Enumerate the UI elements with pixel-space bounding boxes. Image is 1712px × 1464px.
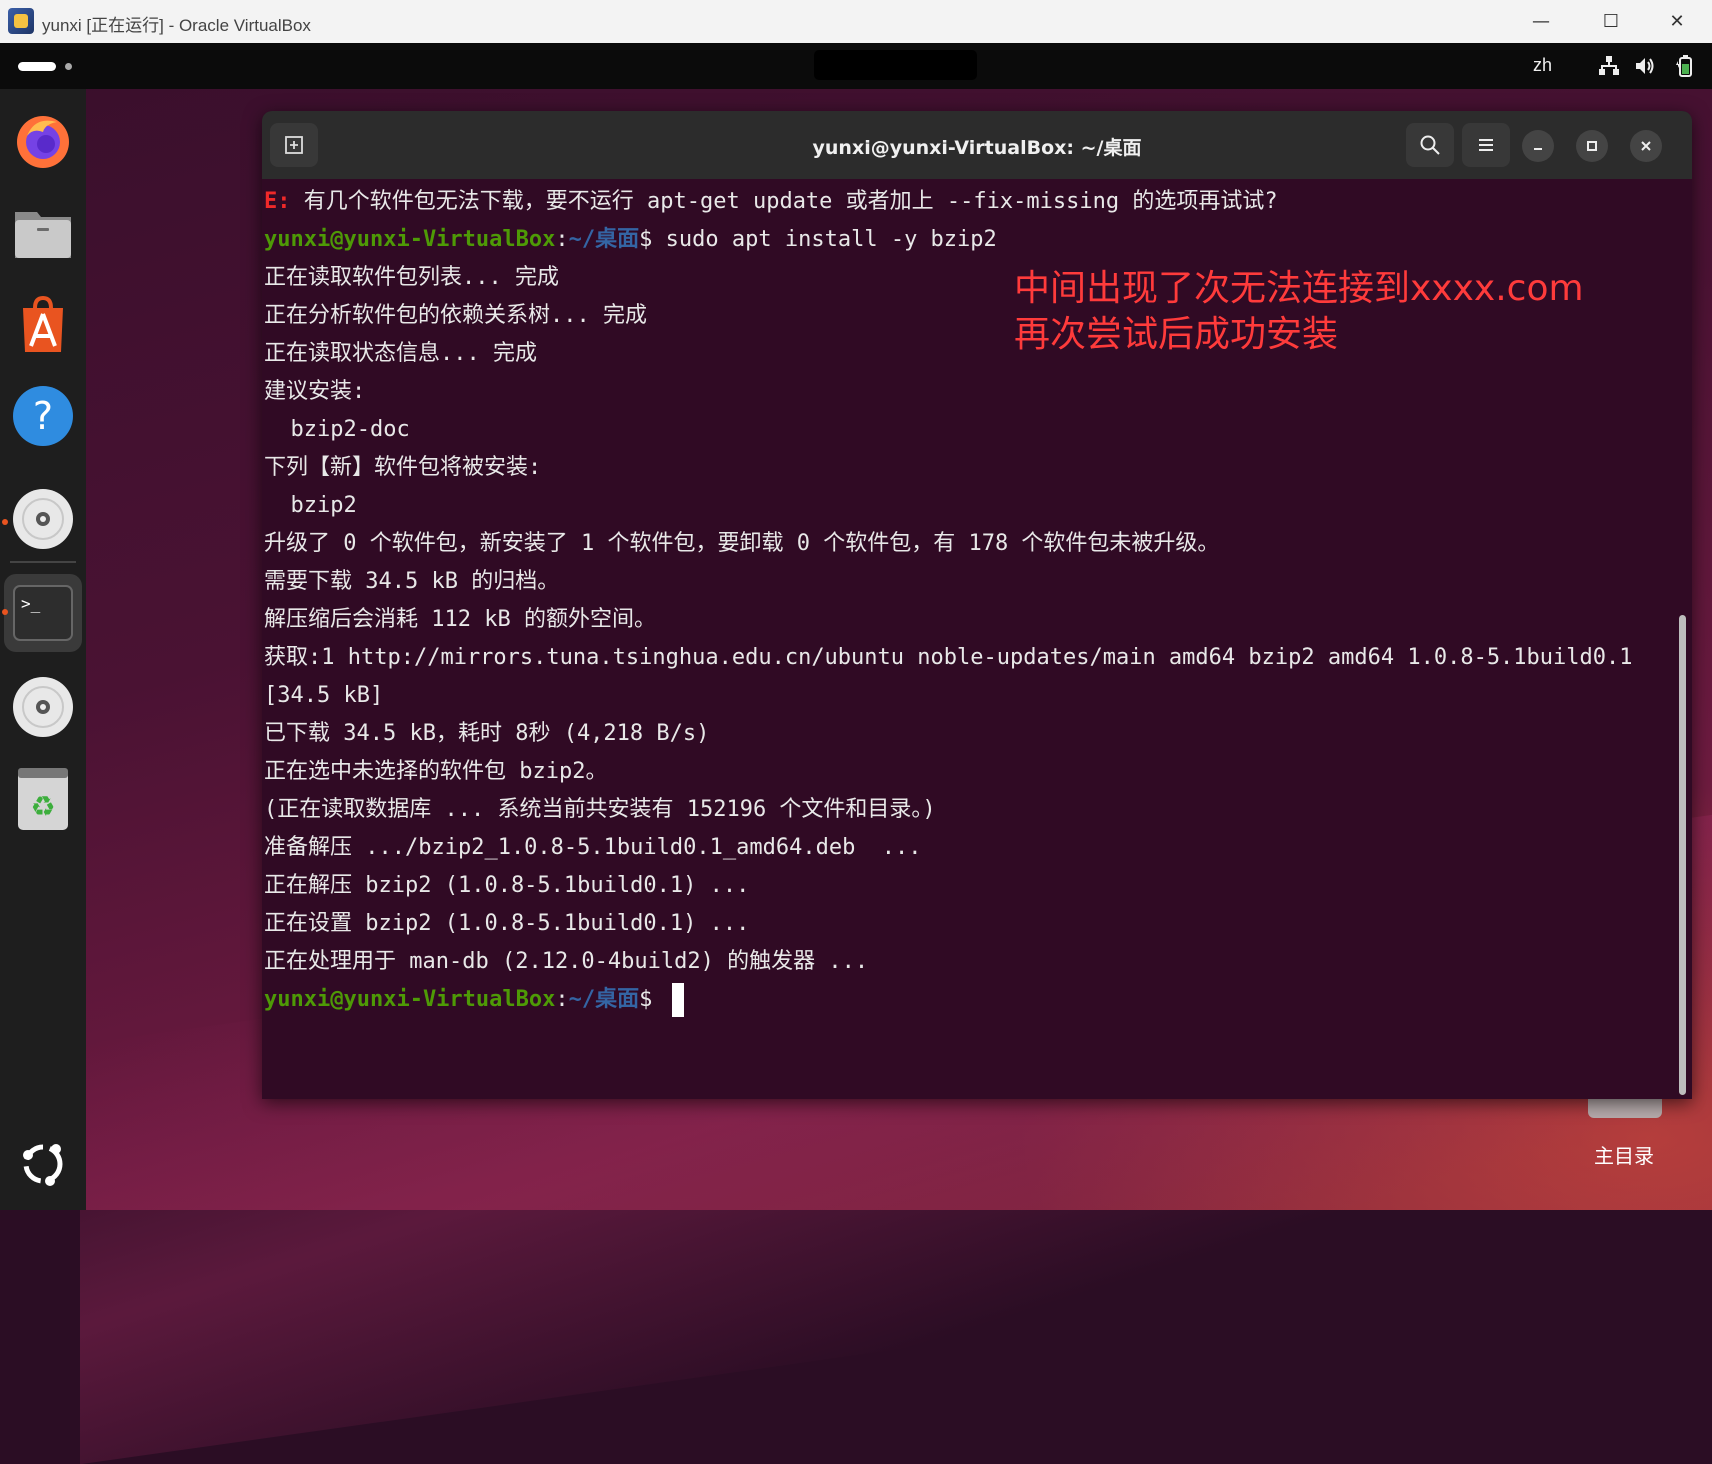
activities-indicator[interactable] xyxy=(18,62,56,71)
annotation-line-2: 再次尝试后成功安装 xyxy=(1014,314,1339,355)
terminal-header-bar[interactable]: yunxi@yunxi-VirtualBox: ~/桌面 xyxy=(262,111,1692,179)
prompt-path: ~/桌面 xyxy=(568,987,640,1012)
prompt-colon: : xyxy=(555,227,569,252)
prompt-colon: : xyxy=(555,987,569,1012)
error-prefix: E: xyxy=(264,189,291,214)
menu-button[interactable] xyxy=(1462,123,1510,167)
files-icon[interactable] xyxy=(10,199,76,265)
output-line: 需要下载 34.5 kB 的归档。 xyxy=(264,569,560,594)
svg-text:♻: ♻ xyxy=(30,790,55,823)
ubuntu-top-bar: zh xyxy=(0,43,1712,89)
output-line: 已下载 34.5 kB，耗时 8秒 (4,218 B/s) xyxy=(264,721,710,746)
app-center-icon[interactable] xyxy=(10,291,76,357)
output-line: 正在选中未选择的软件包 bzip2。 xyxy=(264,759,608,784)
svg-text:?: ? xyxy=(33,394,53,438)
command-line: yunxi@yunxi-VirtualBox:~/桌面$ sudo apt in… xyxy=(264,221,1664,259)
output-line: 解压缩后会消耗 112 kB 的额外空间。 xyxy=(264,607,656,632)
error-text: 有几个软件包无法下载，要不运行 apt-get update 或者加上 --fi… xyxy=(290,189,1278,214)
error-line: E: 有几个软件包无法下载，要不运行 apt-get update 或者加上 -… xyxy=(264,183,1664,221)
annotation-line-1: 中间出现了次无法连接到xxxx.com xyxy=(1014,268,1584,309)
prompt-line: yunxi@yunxi-VirtualBox:~/桌面$ xyxy=(264,981,1664,1019)
host-title-bar: yunxi [正在运行] - Oracle VirtualBox — ☐ ✕ xyxy=(0,0,1712,44)
output-line: (正在读取数据库 ... 系统当前共安装有 152196 个文件和目录。) xyxy=(264,797,936,822)
output-line: 正在处理用于 man-db (2.12.0-4build2) 的触发器 ... xyxy=(264,949,869,974)
output-line: 升级了 0 个软件包，新安装了 1 个软件包，要卸载 0 个软件包，有 178 … xyxy=(264,531,1220,556)
prompt-symbol: $ xyxy=(639,987,666,1012)
output-line: bzip2 xyxy=(264,493,357,518)
output-line: 正在解压 bzip2 (1.0.8-5.1build0.1) ... xyxy=(264,873,750,898)
trash-icon[interactable]: ♻ xyxy=(10,766,76,832)
new-tab-button[interactable] xyxy=(270,123,318,167)
dock-separator xyxy=(10,561,76,563)
clock-redacted[interactable] xyxy=(814,50,977,80)
host-minimize-button[interactable]: — xyxy=(1506,0,1576,43)
svg-text:>_: >_ xyxy=(21,594,41,613)
workspace-dot[interactable] xyxy=(65,63,72,70)
host-maximize-button[interactable]: ☐ xyxy=(1576,0,1646,43)
text-cursor xyxy=(671,983,684,1017)
maximize-button[interactable] xyxy=(1576,130,1608,162)
search-button[interactable] xyxy=(1406,123,1454,167)
volume-icon[interactable] xyxy=(1632,53,1658,79)
help-icon[interactable]: ? xyxy=(10,383,76,449)
host-close-button[interactable]: ✕ xyxy=(1642,0,1712,43)
dock: ? >_ ♻ xyxy=(0,89,86,1210)
host-window-title: yunxi [正在运行] - Oracle VirtualBox xyxy=(42,16,311,35)
terminal-window[interactable]: yunxi@yunxi-VirtualBox: ~/桌面 E: 有几个软件包无法… xyxy=(262,111,1692,1099)
input-language-indicator[interactable]: zh xyxy=(1533,55,1552,76)
output-line: 建议安装: xyxy=(264,379,366,404)
running-indicator xyxy=(2,519,8,525)
output-line: 正在设置 bzip2 (1.0.8-5.1build0.1) ... xyxy=(264,911,750,936)
annotation-text: 中间出现了次无法连接到xxxx.com 再次尝试后成功安装 xyxy=(1014,266,1584,358)
output-line: 下列【新】软件包将被安装: xyxy=(264,455,542,480)
running-indicator xyxy=(2,609,8,615)
command-text: sudo apt install -y bzip2 xyxy=(665,227,997,252)
firefox-icon[interactable] xyxy=(10,107,76,173)
ubuntu-logo-icon[interactable] xyxy=(10,1131,76,1197)
terminal-icon[interactable]: >_ xyxy=(4,574,82,652)
battery-icon[interactable] xyxy=(1672,53,1698,79)
prompt-user: yunxi@yunxi-VirtualBox xyxy=(264,227,556,252)
prompt-path: ~/桌面 xyxy=(568,227,640,252)
network-icon[interactable] xyxy=(1596,53,1622,79)
disc-icon[interactable] xyxy=(10,674,76,740)
output-line: [34.5 kB] xyxy=(264,683,384,708)
disc-icon[interactable] xyxy=(10,486,76,552)
virtualbox-icon xyxy=(8,8,34,34)
output-line: 获取:1 http://mirrors.tuna.tsinghua.edu.cn… xyxy=(264,645,1633,670)
terminal-scrollbar[interactable] xyxy=(1679,615,1686,1095)
output-line: bzip2-doc xyxy=(264,417,410,442)
home-folder-label[interactable]: 主目录 xyxy=(1594,1140,1654,1169)
prompt-user: yunxi@yunxi-VirtualBox xyxy=(264,987,556,1012)
close-button[interactable] xyxy=(1630,130,1662,162)
output-line: 准备解压 .../bzip2_1.0.8-5.1build0.1_amd64.d… xyxy=(264,835,922,860)
prompt-symbol: $ xyxy=(639,227,666,252)
minimize-button[interactable] xyxy=(1522,130,1554,162)
